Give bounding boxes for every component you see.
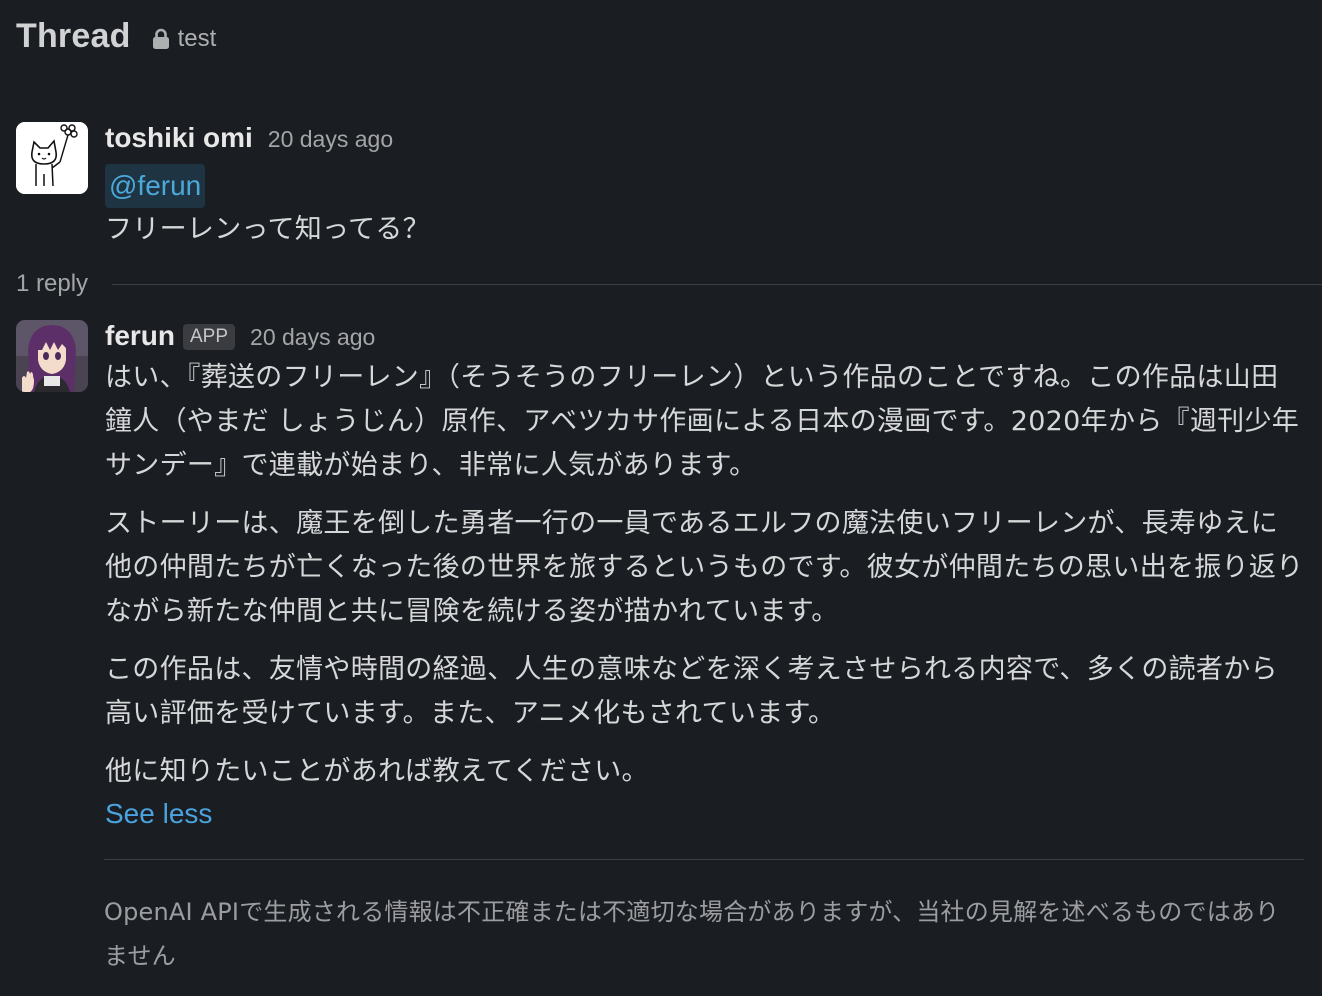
message-text: フリーレンって知ってる？ [105,214,430,245]
message-header: ferun APP 20 days ago [105,320,1304,360]
paragraph: はい、『葬送のフリーレン』（そうそうのフリーレン）という作品のことですね。この作… [105,362,1300,481]
reply-count: 1 reply [16,270,89,297]
ai-disclaimer: OpenAI APIで生成される情報は不正確または不適切な場合がありますが、当社… [104,898,1280,970]
divider-line [104,859,1304,860]
thread-title: Thread [16,16,131,55]
paragraph: この作品は、友情や時間の経過、人生の意味などを深く考えさせられる内容で、多くの読… [105,654,1278,729]
timestamp[interactable]: 20 days ago [250,324,375,351]
user-mention[interactable]: @ferun [105,164,206,208]
parent-message: toshiki omi 20 days ago @ferun フリーレンって知っ… [16,122,1304,252]
message-body: toshiki omi 20 days ago @ferun フリーレンって知っ… [105,122,1304,252]
cat-avatar-image [16,122,88,194]
author-name[interactable]: ferun [105,320,175,352]
thread-header: Thread test [16,14,216,58]
reply-divider: 1 reply [16,264,1322,304]
lock-icon [152,28,169,49]
channel-name: test [177,25,217,52]
paragraph: 他に知りたいことがあれば教えてください。 [105,756,649,787]
channel-link[interactable]: test [151,25,217,53]
divider-line [112,283,1322,285]
reply-message: ferun APP 20 days ago はい、『葬送のフリーレン』（そうそう… [16,320,1304,850]
avatar[interactable] [16,320,88,392]
avatar[interactable] [16,122,88,194]
message-text: はい、『葬送のフリーレン』（そうそうのフリーレン）という作品のことですね。この作… [105,356,1304,794]
author-name[interactable]: toshiki omi [105,122,253,154]
app-badge: APP [183,324,236,350]
message-body: ferun APP 20 days ago はい、『葬送のフリーレン』（そうそう… [105,320,1304,834]
paragraph: ストーリーは、魔王を倒した勇者一行の一員であるエルフの魔法使いフリーレンが、長寿… [105,508,1304,627]
message-header: toshiki omi 20 days ago [105,122,1304,162]
see-less-link[interactable]: See less [105,794,1304,834]
ferun-avatar-image [16,320,88,392]
timestamp[interactable]: 20 days ago [268,126,393,153]
